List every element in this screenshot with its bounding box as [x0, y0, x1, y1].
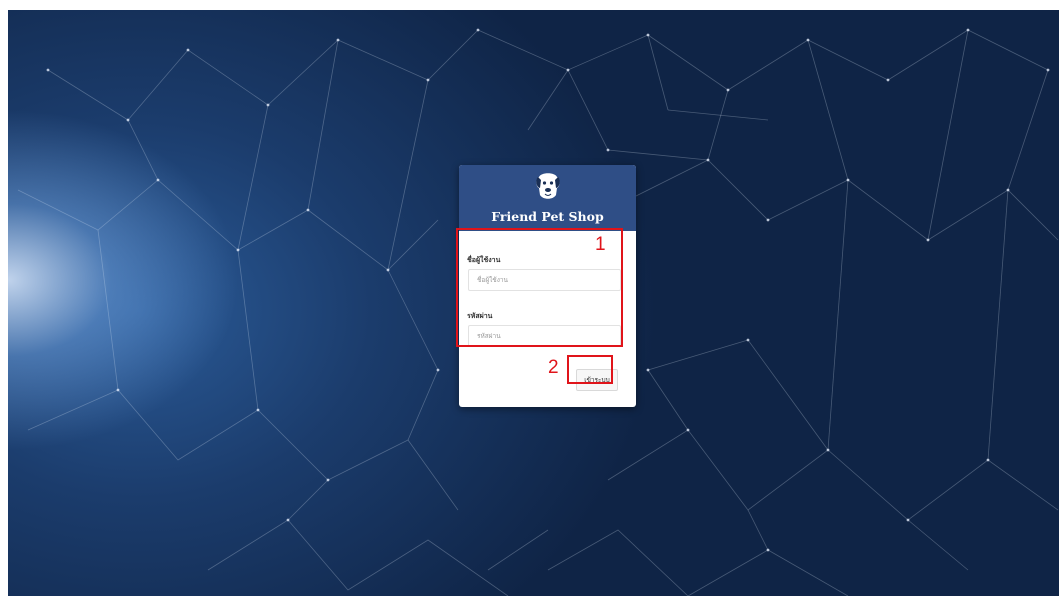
shop-name: Friend Pet Shop — [491, 209, 604, 224]
step-1-marker: 1 — [595, 234, 606, 255]
step-2-marker: 2 — [548, 357, 559, 378]
login-button-highlight-box — [567, 355, 613, 384]
dog-head-icon — [536, 173, 560, 199]
login-page-background: Friend Pet Shop ชื่อผู้ใช้งาน รหัสผ่าน เ… — [8, 10, 1059, 596]
brand-header: Friend Pet Shop — [459, 165, 636, 231]
